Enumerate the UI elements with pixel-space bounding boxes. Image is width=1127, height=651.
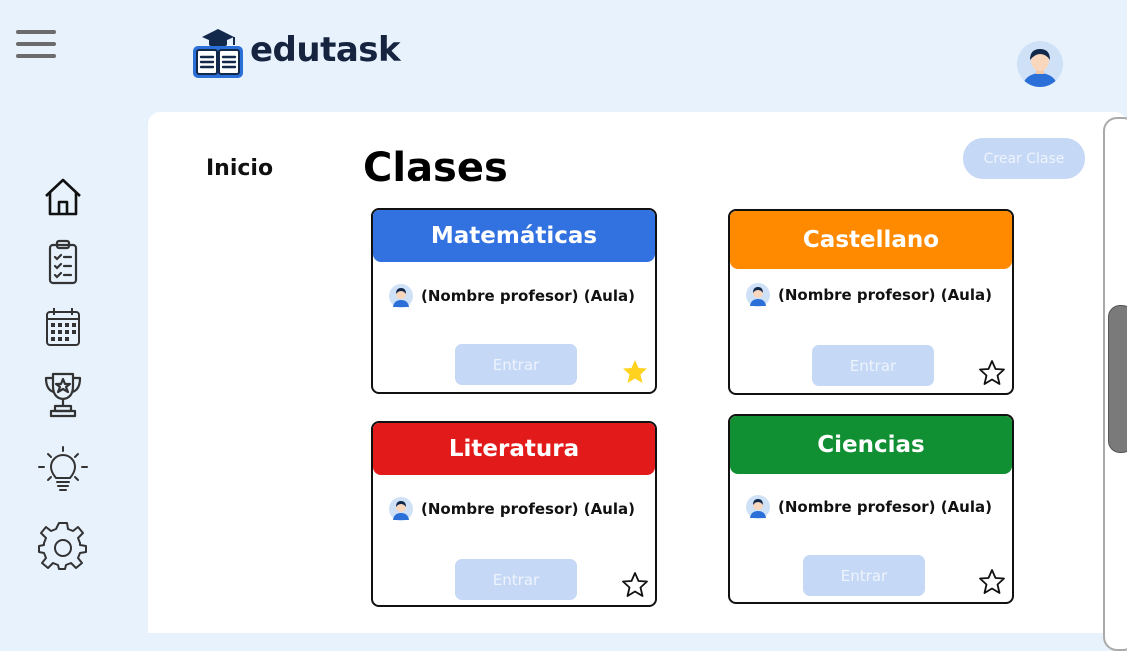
- lightbulb-icon[interactable]: [38, 446, 88, 496]
- class-card: Castellano (Nombre profesor) (Aula) Entr…: [728, 209, 1014, 395]
- create-class-button[interactable]: Crear Clase: [963, 138, 1085, 179]
- teacher-avatar-icon: [389, 284, 413, 308]
- hamburger-menu-button[interactable]: [14, 28, 58, 60]
- star-outline-icon[interactable]: [978, 568, 1006, 596]
- class-card-header[interactable]: Matemáticas: [373, 210, 655, 262]
- class-card: Ciencias (Nombre profesor) (Aula) Entrar: [728, 414, 1014, 604]
- teacher-label: (Nombre profesor) (Aula): [421, 287, 635, 305]
- class-card-header[interactable]: Ciencias: [730, 416, 1012, 474]
- user-avatar-icon[interactable]: [1016, 40, 1064, 88]
- scrollbar-thumb[interactable]: [1108, 305, 1127, 453]
- class-card-header[interactable]: Castellano: [730, 211, 1012, 269]
- class-name: Literatura: [448, 436, 580, 462]
- class-name: Matemáticas: [430, 223, 598, 249]
- teacher-info: (Nombre profesor) (Aula): [389, 284, 635, 308]
- star-outline-icon[interactable]: [621, 571, 649, 599]
- class-card-header[interactable]: Literatura: [373, 423, 655, 475]
- calendar-icon[interactable]: [38, 303, 88, 353]
- enter-button[interactable]: Entrar: [455, 344, 577, 385]
- home-icon[interactable]: [38, 172, 88, 222]
- teacher-avatar-icon: [746, 283, 770, 307]
- class-card: Matemáticas (Nombre profesor) (Aula) Ent…: [371, 208, 657, 394]
- class-card: Literatura (Nombre profesor) (Aula) Entr…: [371, 421, 657, 607]
- teacher-info: (Nombre profesor) (Aula): [389, 497, 635, 521]
- brand-name: edutask: [250, 30, 401, 70]
- enter-button[interactable]: Entrar: [812, 345, 934, 386]
- star-filled-icon[interactable]: [621, 358, 649, 386]
- teacher-label: (Nombre profesor) (Aula): [778, 286, 992, 304]
- enter-button[interactable]: Entrar: [455, 559, 577, 600]
- gear-icon[interactable]: [38, 522, 88, 572]
- class-name: Castellano: [802, 227, 940, 253]
- teacher-label: (Nombre profesor) (Aula): [778, 498, 992, 516]
- book-graduation-cap-icon: [192, 27, 244, 79]
- teacher-info: (Nombre profesor) (Aula): [746, 495, 992, 519]
- trophy-icon[interactable]: [38, 370, 88, 420]
- teacher-label: (Nombre profesor) (Aula): [421, 500, 635, 518]
- teacher-info: (Nombre profesor) (Aula): [746, 283, 992, 307]
- teacher-avatar-icon: [746, 495, 770, 519]
- star-outline-icon[interactable]: [978, 359, 1006, 387]
- teacher-avatar-icon: [389, 497, 413, 521]
- class-name: Ciencias: [817, 432, 925, 458]
- enter-button[interactable]: Entrar: [803, 555, 925, 596]
- clipboard-checklist-icon[interactable]: [38, 238, 88, 288]
- page-title: Clases: [363, 145, 508, 191]
- breadcrumb[interactable]: Inicio: [206, 156, 273, 181]
